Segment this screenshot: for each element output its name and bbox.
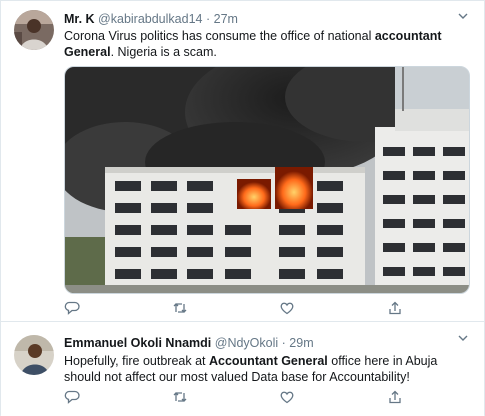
timestamp[interactable]: 27m: [214, 12, 238, 26]
tweet-text: Corona Virus politics has consume the of…: [64, 28, 470, 60]
tweet-actions: [64, 300, 470, 316]
tweet-text-part: . Nigeria is a scam.: [110, 45, 217, 59]
tweet-text: Hopefully, fire outbreak at Accountant G…: [64, 353, 470, 385]
tweet-media-image[interactable]: [64, 66, 470, 294]
timestamp[interactable]: 29m: [289, 336, 313, 350]
share-icon[interactable]: [387, 300, 403, 316]
tweet-text-part: Corona Virus politics has consume the of…: [64, 29, 375, 43]
retweet-icon[interactable]: [172, 389, 188, 405]
reply-icon[interactable]: [64, 300, 80, 316]
separator-dot: ·: [205, 12, 211, 26]
chevron-down-icon[interactable]: [458, 11, 468, 21]
tweet[interactable]: Mr. K @kabirabdulkad14 · 27m Corona Viru…: [1, 1, 484, 322]
user-handle[interactable]: @NdyOkoli: [215, 336, 278, 350]
chevron-down-icon[interactable]: [458, 333, 468, 343]
reply-icon[interactable]: [64, 389, 80, 405]
tweet-text-part: Hopefully, fire outbreak at: [64, 354, 209, 368]
retweet-icon[interactable]: [172, 300, 188, 316]
tweet[interactable]: Emmanuel Okoli Nnamdi @NdyOkoli · 29m Ho…: [1, 323, 484, 416]
timeline: Mr. K @kabirabdulkad14 · 27m Corona Viru…: [0, 0, 485, 416]
share-icon[interactable]: [387, 389, 403, 405]
user-handle[interactable]: @kabirabdulkad14: [98, 12, 202, 26]
like-icon[interactable]: [279, 300, 295, 316]
tweet-header: Emmanuel Okoli Nnamdi @NdyOkoli · 29m: [64, 336, 454, 350]
separator-dot: ·: [281, 336, 286, 350]
tweet-header: Mr. K @kabirabdulkad14 · 27m: [64, 12, 454, 26]
avatar[interactable]: [14, 335, 54, 375]
display-name[interactable]: Emmanuel Okoli Nnamdi: [64, 336, 211, 350]
like-icon[interactable]: [279, 389, 295, 405]
avatar[interactable]: [14, 10, 54, 50]
tweet-text-bold: Accountant General: [208, 354, 328, 368]
display-name[interactable]: Mr. K: [64, 12, 95, 26]
tweet-actions: [64, 389, 470, 405]
